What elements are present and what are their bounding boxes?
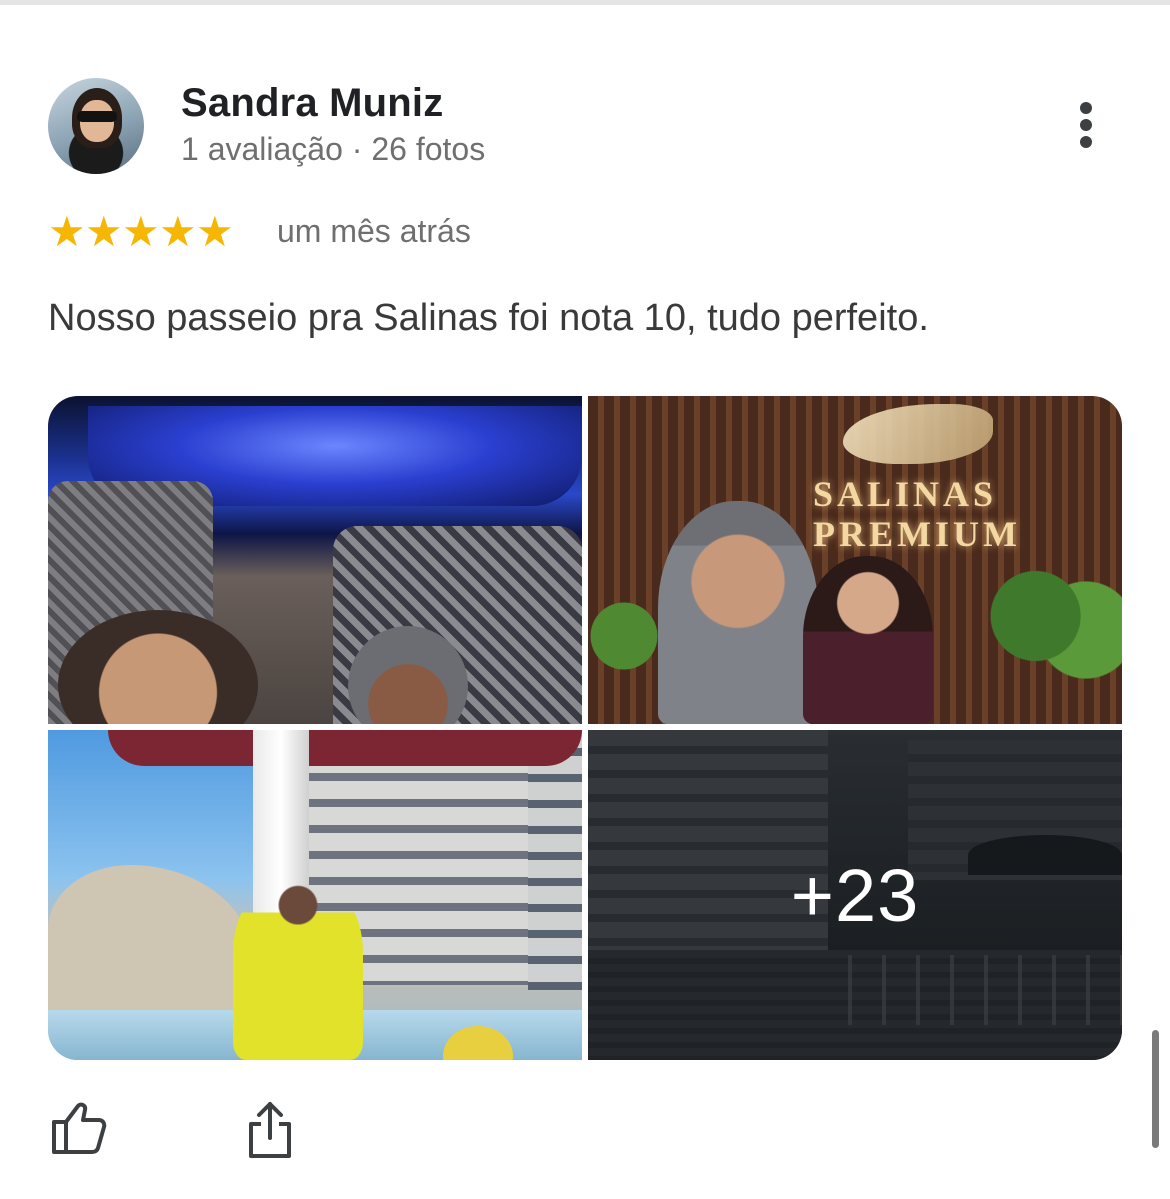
- reviewer-name[interactable]: Sandra Muniz: [181, 81, 443, 126]
- more-dot: [1080, 136, 1092, 148]
- photo-plants: [978, 546, 1122, 686]
- review-date: um mês atrás: [277, 213, 471, 249]
- resort-logo-text: SALINAS PREMIUM: [813, 474, 1021, 554]
- review-photo-more[interactable]: +23: [588, 730, 1122, 1060]
- star-rating: ★ ★ ★ ★ ★: [48, 208, 234, 255]
- photo-building: [528, 730, 582, 990]
- resort-logo-leaf: [843, 404, 993, 464]
- review-photo-pool-selfie[interactable]: [48, 396, 582, 724]
- reviewer-meta: 1 avaliação · 26 fotos: [181, 131, 486, 167]
- more-vert-icon[interactable]: [1068, 98, 1104, 152]
- more-dot: [1080, 119, 1092, 131]
- photo-umbrella: [108, 730, 582, 766]
- more-photos-count: +23: [790, 853, 920, 937]
- avatar-glasses: [77, 111, 117, 122]
- photo-person: [803, 556, 933, 724]
- star-icon: ★: [159, 208, 197, 255]
- photo-person: [233, 880, 363, 1060]
- star-icon: ★: [122, 208, 160, 255]
- star-icon: ★: [48, 208, 86, 255]
- review-photo-resort-sign[interactable]: SALINAS PREMIUM: [588, 396, 1122, 724]
- resort-logo-line1: SALINAS: [813, 474, 998, 514]
- more-photos-overlay[interactable]: +23: [588, 730, 1122, 1060]
- top-divider: [0, 0, 1170, 5]
- photo-rock: [48, 865, 253, 1025]
- star-icon: ★: [85, 208, 123, 255]
- review-photo-waterpark[interactable]: [48, 730, 582, 1060]
- share-icon[interactable]: [246, 1100, 294, 1160]
- more-dot: [1080, 102, 1092, 114]
- photo-grid: SALINAS PREMIUM +23: [48, 396, 1122, 1060]
- scrollbar[interactable]: [1152, 1030, 1159, 1148]
- thumb-up-icon[interactable]: [50, 1100, 108, 1156]
- avatar[interactable]: [48, 78, 144, 174]
- star-icon: ★: [196, 208, 234, 255]
- photo-person: [658, 501, 818, 724]
- review-text: Nosso passeio pra Salinas foi nota 10, t…: [48, 297, 929, 339]
